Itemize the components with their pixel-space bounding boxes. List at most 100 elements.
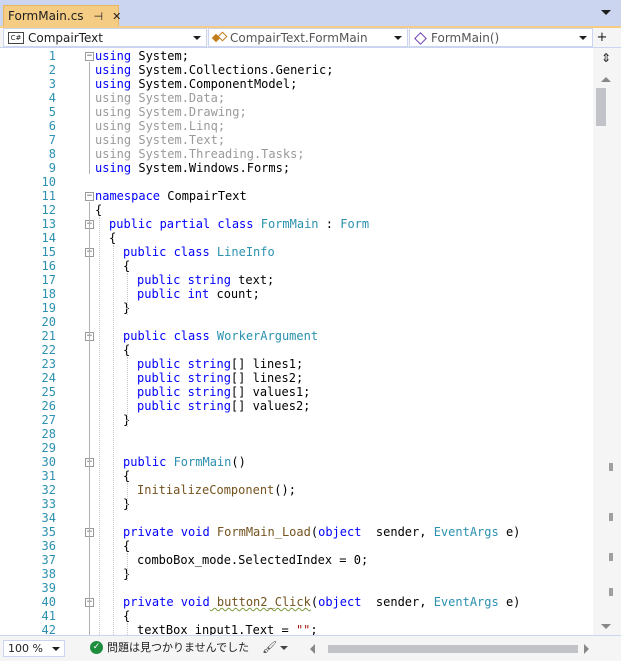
collapse-outline-icon[interactable]: − bbox=[85, 52, 94, 61]
scroll-marker bbox=[609, 463, 613, 471]
code-line[interactable]: private void FormMain_Load(object sender… bbox=[123, 525, 520, 539]
add-split-icon[interactable]: + bbox=[593, 28, 611, 47]
code-token: System.ComponentModel; bbox=[131, 77, 298, 91]
collapse-outline-icon[interactable]: − bbox=[85, 192, 94, 201]
code-line[interactable]: public partial class FormMain : Form bbox=[109, 217, 369, 231]
pin-icon[interactable]: ⊣ bbox=[94, 10, 104, 23]
member-dropdown-label: FormMain() bbox=[431, 30, 500, 45]
code-cleanup-icon[interactable]: 🖌 bbox=[262, 640, 277, 654]
code-line[interactable]: public FormMain() bbox=[123, 455, 246, 469]
code-line[interactable]: textBox_input1.Text = ""; bbox=[137, 623, 318, 635]
code-token: [] values1; bbox=[230, 385, 311, 399]
code-token: sender, bbox=[361, 595, 434, 609]
code-line[interactable]: comboBox_mode.SelectedIndex = 0; bbox=[137, 553, 368, 567]
close-icon[interactable]: ✕ bbox=[112, 10, 121, 23]
code-token: private void bbox=[123, 595, 210, 609]
code-line[interactable]: public string text; bbox=[137, 273, 274, 287]
code-token: { bbox=[123, 343, 131, 357]
line-number: 42 bbox=[41, 623, 56, 635]
tab-formmain-cs[interactable]: FormMain.cs ⊣ ✕ bbox=[3, 5, 121, 26]
code-token: public partial class bbox=[109, 217, 254, 231]
code-line[interactable]: namespace CompairText bbox=[95, 189, 247, 203]
code-line[interactable]: public string[] values2; bbox=[137, 399, 310, 413]
code-line[interactable]: public int count; bbox=[137, 287, 260, 301]
code-token: public string bbox=[137, 399, 231, 413]
code-token: FormMain bbox=[253, 217, 319, 231]
class-dropdown[interactable]: CompairText.FormMain bbox=[208, 28, 408, 47]
code-line[interactable]: public string[] lines1; bbox=[137, 357, 303, 371]
code-line[interactable]: using System.ComponentModel; bbox=[95, 77, 297, 91]
scroll-thumb[interactable] bbox=[596, 88, 606, 126]
line-number: 6 bbox=[48, 119, 56, 133]
line-number: 11 bbox=[41, 189, 56, 203]
code-line[interactable]: using System; bbox=[95, 49, 189, 63]
code-line[interactable]: using System.Linq; bbox=[95, 119, 225, 133]
code-token: { bbox=[109, 231, 117, 245]
code-line[interactable]: private void button2_Click(object sender… bbox=[123, 595, 520, 609]
check-circle-icon[interactable]: ✓ bbox=[90, 641, 103, 654]
code-token: object bbox=[318, 595, 362, 609]
scroll-up-icon[interactable] bbox=[601, 77, 611, 82]
horizontal-scroll-thumb[interactable] bbox=[328, 645, 578, 653]
code-line[interactable]: public class WorkerArgument bbox=[123, 329, 318, 343]
tab-title: FormMain.cs bbox=[8, 9, 84, 23]
code-token: ; bbox=[310, 623, 318, 635]
code-line[interactable]: using System.Drawing; bbox=[95, 105, 247, 119]
line-number: 38 bbox=[41, 567, 56, 581]
issues-status[interactable]: 問題は見つかりませんでした bbox=[107, 640, 249, 656]
scroll-down-icon[interactable] bbox=[601, 624, 611, 629]
code-token: count; bbox=[209, 287, 260, 301]
code-token: using System.Linq; bbox=[95, 119, 226, 133]
line-number: 10 bbox=[41, 175, 56, 189]
code-token: private void bbox=[123, 525, 210, 539]
tab-list-dropdown-icon[interactable] bbox=[601, 10, 611, 15]
code-line[interactable]: public string[] lines2; bbox=[137, 371, 303, 385]
line-number: 22 bbox=[41, 343, 56, 357]
code-token: "" bbox=[295, 623, 311, 635]
code-line[interactable]: { bbox=[123, 539, 130, 553]
code-editor[interactable]: 1 2 3 4 5 6 7 8 9 10 11 12 13 14 15 16 17 18 19 20 21 22 23 24 2… bbox=[0, 48, 593, 635]
vertical-scrollbar[interactable] bbox=[593, 48, 621, 635]
class-icon bbox=[213, 32, 226, 44]
code-line[interactable]: { bbox=[123, 609, 130, 623]
indent-guide bbox=[127, 553, 128, 581]
code-line[interactable]: { bbox=[123, 343, 130, 357]
code-token: { bbox=[95, 203, 103, 217]
code-token: EventArgs bbox=[433, 595, 499, 609]
code-token: : bbox=[318, 217, 341, 231]
code-line[interactable]: using System.Data; bbox=[95, 91, 225, 105]
outline-line bbox=[89, 202, 90, 635]
code-token: using System.Text; bbox=[95, 133, 226, 147]
line-number: 13 bbox=[41, 217, 56, 231]
line-number: 1 bbox=[48, 49, 56, 63]
project-dropdown-label: CompairText bbox=[28, 30, 103, 45]
project-dropdown[interactable]: C# CompairText bbox=[3, 28, 207, 47]
code-line[interactable]: using System.Threading.Tasks; bbox=[95, 147, 305, 161]
code-line[interactable]: public string[] values1; bbox=[137, 385, 310, 399]
window-splitter-icon[interactable]: ⇕ bbox=[599, 50, 613, 66]
line-number: 26 bbox=[41, 399, 56, 413]
member-dropdown[interactable]: FormMain() bbox=[409, 28, 593, 47]
code-token: System.Collections.Generic; bbox=[131, 63, 334, 77]
code-token: comboBox_mode.SelectedIndex = 0; bbox=[137, 553, 369, 567]
code-line[interactable]: { bbox=[95, 203, 102, 217]
zoom-level: 100 % bbox=[8, 642, 43, 655]
code-token: e) bbox=[498, 595, 521, 609]
scroll-right-icon[interactable] bbox=[584, 644, 589, 654]
code-line[interactable]: using System.Collections.Generic; bbox=[95, 63, 333, 77]
scroll-left-icon[interactable] bbox=[310, 644, 315, 654]
code-token: sender, bbox=[361, 525, 434, 539]
line-number: 25 bbox=[41, 385, 56, 399]
code-line[interactable]: using System.Windows.Forms; bbox=[95, 161, 290, 175]
chevron-down-icon[interactable] bbox=[280, 646, 288, 650]
code-token: public string bbox=[137, 273, 231, 287]
zoom-dropdown[interactable]: 100 % bbox=[3, 640, 65, 657]
method-icon bbox=[414, 32, 426, 44]
code-line[interactable]: InitializeComponent(); bbox=[137, 483, 296, 497]
code-line[interactable]: { bbox=[109, 231, 116, 245]
code-line[interactable]: { bbox=[123, 469, 130, 483]
code-line[interactable]: using System.Text; bbox=[95, 133, 225, 147]
code-line[interactable]: { bbox=[123, 259, 130, 273]
code-line[interactable]: public class LineInfo bbox=[123, 245, 275, 259]
code-token: using System.Threading.Tasks; bbox=[95, 147, 305, 161]
